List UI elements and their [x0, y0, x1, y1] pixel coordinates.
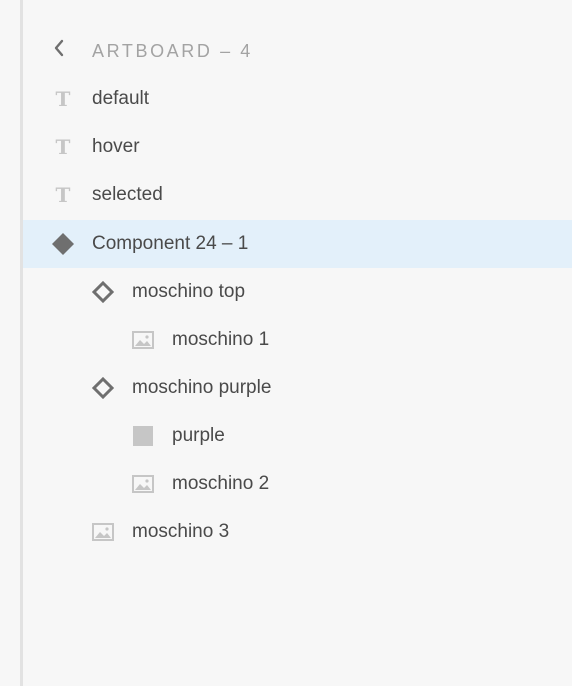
layers-panel: ARTBOARD – 4 T default T hover T selecte… — [23, 0, 572, 686]
layer-row-component[interactable]: Component 24 – 1 — [23, 220, 572, 268]
text-layer-icon: T — [55, 183, 71, 207]
layer-label: Component 24 – 1 — [92, 233, 249, 254]
layer-label: moschino 3 — [132, 521, 230, 542]
rectangle-icon — [132, 426, 154, 446]
layer-label: selected — [92, 184, 163, 205]
layer-label: moschino top — [132, 281, 246, 302]
text-layer-icon: T — [55, 135, 71, 159]
layer-row-moschino-2[interactable]: moschino 2 — [23, 460, 572, 508]
layer-label: moschino 2 — [172, 473, 270, 494]
layer-label: moschino 1 — [172, 329, 270, 350]
layer-row-default[interactable]: T default — [23, 75, 572, 123]
layer-row-moschino-purple[interactable]: moschino purple — [23, 364, 572, 412]
layer-row-selected[interactable]: T selected — [23, 171, 572, 219]
back-button[interactable] — [51, 39, 67, 62]
text-layer-icon: T — [55, 87, 71, 111]
left-rail — [0, 0, 20, 686]
layer-label: default — [92, 88, 150, 109]
component-instance-icon — [92, 281, 114, 303]
image-icon — [92, 522, 114, 542]
component-instance-icon — [92, 377, 114, 399]
layers-header: ARTBOARD – 4 — [23, 26, 572, 74]
chevron-left-icon — [53, 39, 65, 62]
layer-row-hover[interactable]: T hover — [23, 123, 572, 171]
image-icon — [132, 474, 154, 494]
layer-label: moschino purple — [132, 377, 272, 398]
layer-row-moschino-top[interactable]: moschino top — [23, 268, 572, 316]
layer-row-moschino-3[interactable]: moschino 3 — [23, 508, 572, 556]
artboard-title: ARTBOARD – 4 — [92, 41, 253, 61]
layer-row-purple[interactable]: purple — [23, 412, 572, 460]
component-icon — [52, 233, 74, 255]
layer-label: hover — [92, 136, 140, 157]
image-icon — [132, 330, 154, 350]
layer-label: purple — [172, 425, 225, 446]
layer-row-moschino-1[interactable]: moschino 1 — [23, 316, 572, 364]
